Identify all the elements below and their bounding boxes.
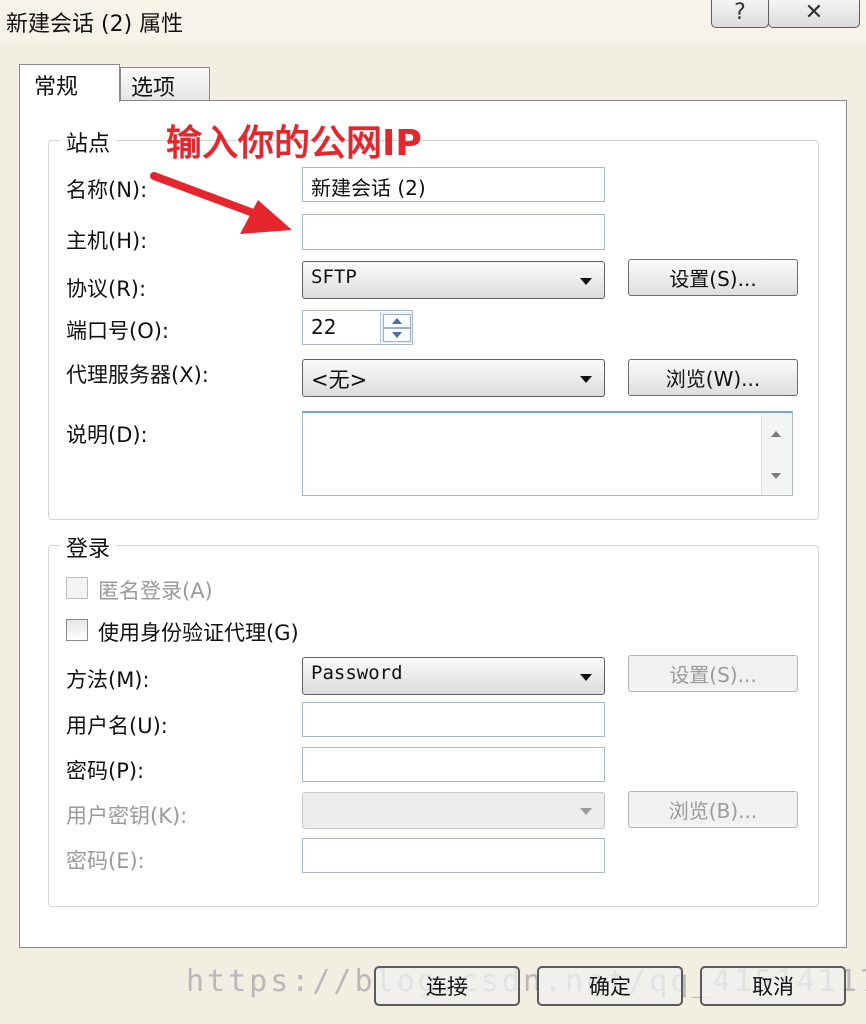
close-icon: ✕ bbox=[804, 0, 824, 25]
username-field[interactable] bbox=[302, 702, 605, 737]
help-icon: ? bbox=[734, 0, 746, 25]
spin-down-button[interactable] bbox=[383, 328, 411, 342]
user-key-label: 用户密钥(K): bbox=[66, 804, 188, 828]
chevron-down-icon bbox=[580, 376, 592, 383]
password-field[interactable] bbox=[302, 747, 605, 782]
ok-button[interactable]: 确定 bbox=[537, 966, 683, 1006]
login-group-label: 登录 bbox=[60, 531, 117, 563]
port-value: 22 bbox=[311, 315, 337, 339]
window-title: 新建会话 (2) 属性 bbox=[6, 12, 184, 37]
spin-up-button[interactable] bbox=[383, 314, 411, 328]
proxy-label: 代理服务器(X): bbox=[66, 363, 209, 387]
description-scrollbar[interactable] bbox=[761, 413, 792, 494]
proxy-browse-button[interactable]: 浏览(W)... bbox=[628, 359, 798, 396]
protocol-select[interactable]: SFTP bbox=[302, 261, 605, 299]
help-button[interactable]: ? bbox=[711, 0, 769, 28]
tab-options-label: 选项 bbox=[131, 76, 176, 101]
password-label: 密码(P): bbox=[66, 759, 145, 783]
chevron-down-icon bbox=[580, 808, 592, 815]
chevron-down-icon bbox=[580, 674, 592, 681]
proxy-value: <无> bbox=[311, 368, 368, 392]
method-value: Password bbox=[311, 662, 403, 684]
tab-options[interactable]: 选项 bbox=[120, 67, 210, 101]
method-label: 方法(M): bbox=[66, 668, 150, 692]
port-label: 端口号(O): bbox=[66, 319, 169, 343]
name-field[interactable]: 新建会话 (2) bbox=[302, 167, 605, 202]
auth-agent-label: 使用身份验证代理(G) bbox=[98, 621, 299, 645]
tab-general[interactable]: 常规 bbox=[19, 64, 120, 102]
scroll-down-icon[interactable] bbox=[771, 473, 781, 479]
method-select[interactable]: Password bbox=[302, 657, 605, 695]
chevron-down-icon bbox=[580, 278, 592, 285]
protocol-value: SFTP bbox=[311, 266, 357, 288]
close-button[interactable]: ✕ bbox=[768, 0, 860, 28]
description-textarea[interactable] bbox=[302, 411, 793, 496]
key-browse-button[interactable]: 浏览(B)... bbox=[628, 791, 798, 828]
tab-general-label: 常规 bbox=[34, 75, 79, 100]
method-settings-button[interactable]: 设置(S)... bbox=[628, 655, 798, 692]
auth-agent-checkbox[interactable] bbox=[66, 619, 88, 641]
anonymous-checkbox[interactable] bbox=[66, 577, 88, 599]
proxy-select[interactable]: <无> bbox=[302, 359, 605, 397]
scroll-up-icon[interactable] bbox=[771, 431, 781, 437]
passphrase-field[interactable] bbox=[302, 838, 605, 873]
protocol-label: 协议(R): bbox=[66, 277, 147, 301]
spin-down-icon bbox=[392, 332, 402, 338]
site-group-label: 站点 bbox=[60, 126, 117, 158]
spin-up-icon bbox=[392, 318, 402, 324]
username-label: 用户名(U): bbox=[66, 714, 168, 738]
host-label: 主机(H): bbox=[66, 229, 148, 253]
passphrase-label: 密码(E): bbox=[66, 849, 145, 873]
annotation-arrow-icon bbox=[150, 172, 292, 234]
description-label: 说明(D): bbox=[66, 423, 148, 447]
protocol-settings-button[interactable]: 设置(S)... bbox=[628, 259, 798, 296]
user-key-select[interactable] bbox=[302, 792, 605, 829]
cancel-button[interactable]: 取消 bbox=[700, 966, 846, 1006]
host-field[interactable] bbox=[302, 214, 605, 250]
annotation-text: 输入你的公网IP bbox=[166, 123, 422, 164]
name-label: 名称(N): bbox=[66, 178, 148, 202]
anonymous-label: 匿名登录(A) bbox=[98, 579, 213, 603]
port-spinner[interactable] bbox=[380, 312, 412, 343]
connect-button[interactable]: 连接 bbox=[374, 966, 520, 1006]
